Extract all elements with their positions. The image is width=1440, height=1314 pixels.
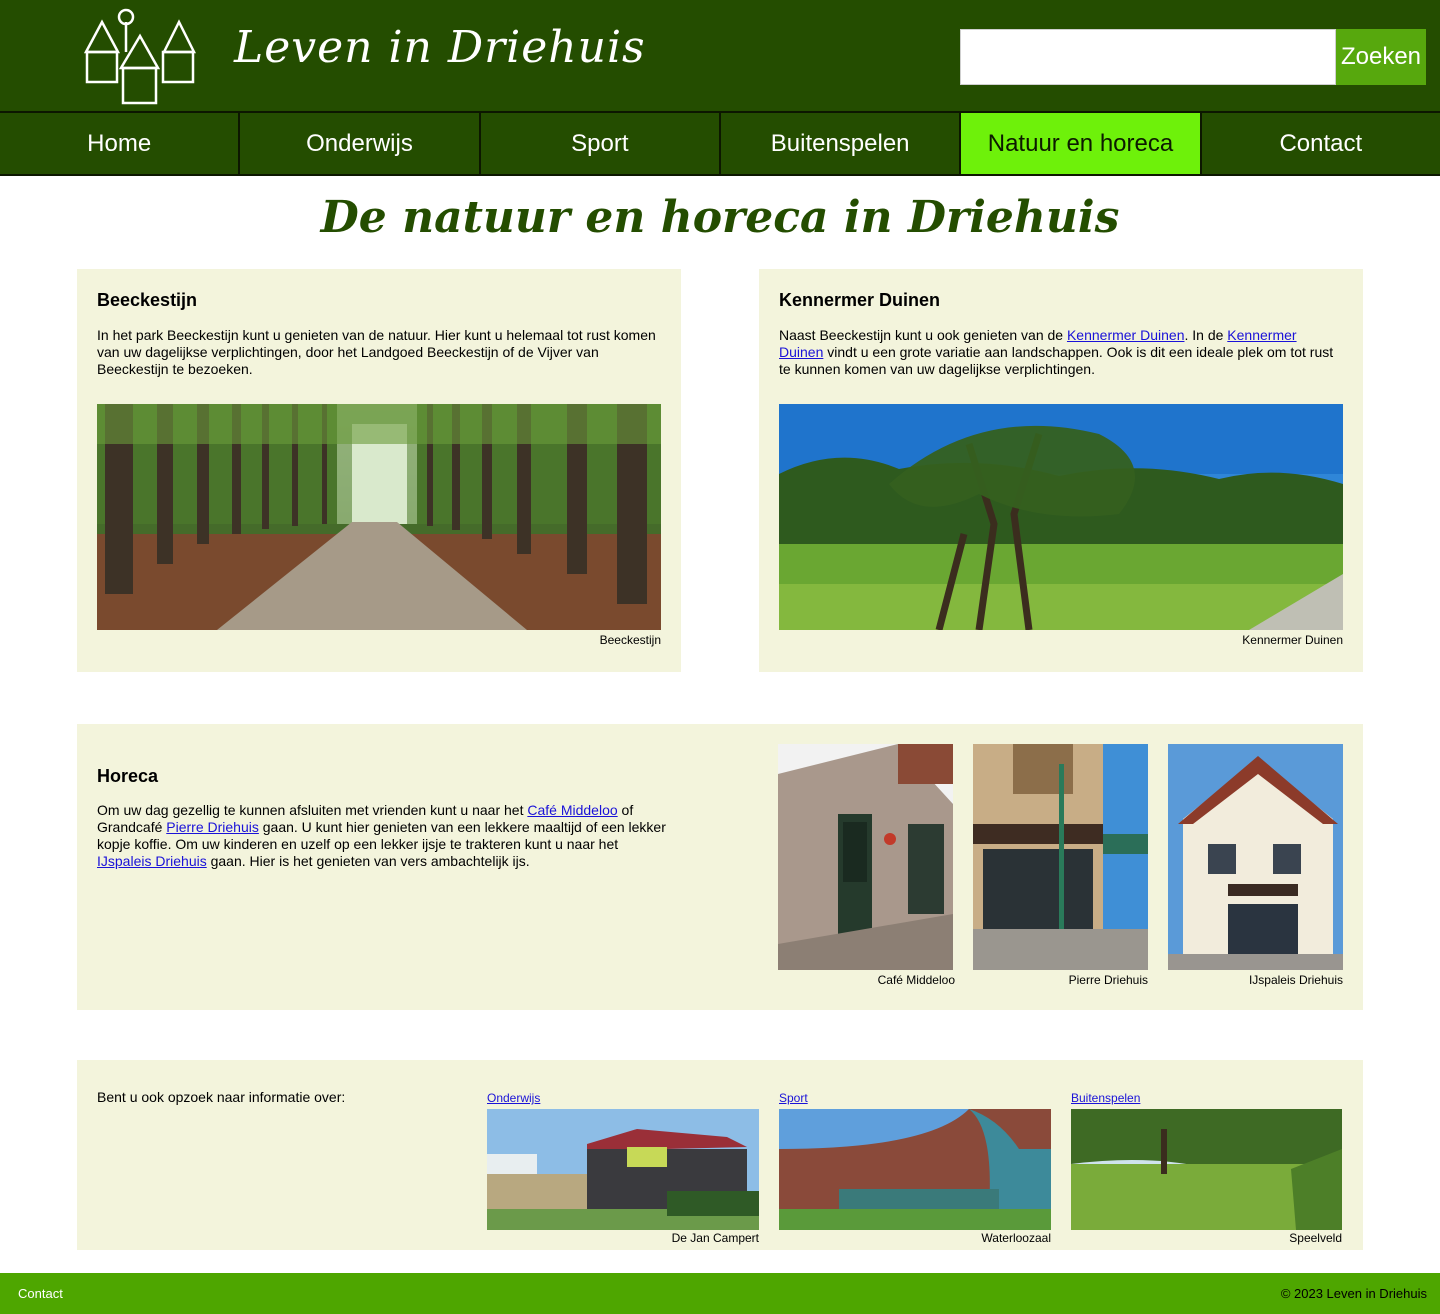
site-title[interactable]: Leven in Driehuis	[234, 22, 646, 73]
pierre-driehuis-link[interactable]: Pierre Driehuis	[166, 819, 259, 835]
beeckestijn-card: Beeckestijn In het park Beeckestijn kunt…	[77, 269, 681, 672]
kennemer-photo	[779, 404, 1343, 630]
main-nav: Home Onderwijs Sport Buitenspelen Natuur…	[0, 111, 1440, 176]
related-intro: Bent u ook opzoek naar informatie over:	[97, 1089, 346, 1105]
ijspaleis-driehuis-caption: IJspaleis Driehuis	[1248, 973, 1343, 987]
related-link-sport[interactable]: Sport	[779, 1091, 808, 1105]
nav-item-natuur-en-horeca[interactable]: Natuur en horeca	[961, 113, 1202, 174]
horeca-heading: Horeca	[97, 766, 159, 786]
nav-item-sport[interactable]: Sport	[481, 113, 721, 174]
nav-item-buitenspelen[interactable]: Buitenspelen	[721, 113, 962, 174]
related-card: Bent u ook opzoek naar informatie over: …	[77, 1060, 1363, 1250]
pierre-driehuis-photo	[973, 744, 1148, 970]
ijspaleis-driehuis-link[interactable]: IJspaleis Driehuis	[97, 853, 207, 869]
waterloozaal-photo[interactable]	[779, 1109, 1051, 1230]
houses-logo-icon[interactable]	[83, 8, 197, 106]
kennemer-text-part: vindt u een grote variatie aan landschap…	[779, 344, 1334, 377]
jan-campert-caption: De Jan Campert	[671, 1231, 759, 1245]
ijspaleis-driehuis-photo	[1168, 744, 1343, 970]
speelveld-caption: Speelveld	[1289, 1231, 1342, 1245]
beeckestijn-text: In het park Beeckestijn kunt u genieten …	[97, 327, 656, 377]
beeckestijn-photo	[97, 404, 661, 630]
nav-item-home[interactable]: Home	[0, 113, 241, 174]
speelveld-photo[interactable]	[1071, 1109, 1342, 1230]
nav-item-onderwijs[interactable]: Onderwijs	[240, 113, 481, 174]
kennemer-card: Kennermer Duinen Naast Beeckestijn kunt …	[759, 269, 1363, 672]
site-footer: Contact © 2023 Leven in Driehuis	[0, 1273, 1440, 1314]
horeca-text-part: Om uw dag gezellig te kunnen afsluiten m…	[97, 802, 528, 818]
horeca-text-part: gaan. Hier is het genieten van vers amba…	[206, 853, 530, 869]
search-button[interactable]: Zoeken	[1336, 29, 1426, 85]
related-link-buitenspelen[interactable]: Buitenspelen	[1071, 1091, 1140, 1105]
site-header: Leven in Driehuis Zoeken	[0, 0, 1440, 111]
horeca-text: Om uw dag gezellig te kunnen afsluiten m…	[97, 802, 667, 870]
kennemer-text: Naast Beeckestijn kunt u ook genieten va…	[779, 327, 1343, 378]
beeckestijn-heading: Beeckestijn	[97, 290, 198, 310]
related-link-onderwijs[interactable]: Onderwijs	[487, 1091, 540, 1105]
cafe-middeloo-photo	[778, 744, 953, 970]
beeckestijn-caption: Beeckestijn	[599, 633, 661, 647]
nav-item-contact[interactable]: Contact	[1202, 113, 1440, 174]
kennemer-text-part: . In de	[1184, 327, 1228, 343]
jan-campert-photo[interactable]	[487, 1109, 759, 1230]
pierre-driehuis-caption: Pierre Driehuis	[1068, 973, 1148, 987]
horeca-card: Horeca Om uw dag gezellig te kunnen afsl…	[77, 724, 1363, 1010]
kennemer-caption: Kennermer Duinen	[1242, 633, 1343, 647]
cafe-middeloo-link[interactable]: Café Middeloo	[527, 802, 617, 818]
footer-copyright: © 2023 Leven in Driehuis	[1280, 1286, 1427, 1301]
kennemer-link-1[interactable]: Kennermer Duinen	[1067, 327, 1185, 343]
waterloozaal-caption: Waterloozaal	[981, 1231, 1051, 1245]
search-input[interactable]	[960, 29, 1336, 85]
page-title: De natuur en horeca in Driehuis	[320, 192, 1120, 243]
kennemer-heading: Kennermer Duinen	[779, 290, 941, 310]
footer-contact-link[interactable]: Contact	[18, 1286, 63, 1301]
cafe-middeloo-caption: Café Middeloo	[877, 973, 955, 987]
kennemer-text-part: Naast Beeckestijn kunt u ook genieten va…	[779, 327, 1067, 343]
